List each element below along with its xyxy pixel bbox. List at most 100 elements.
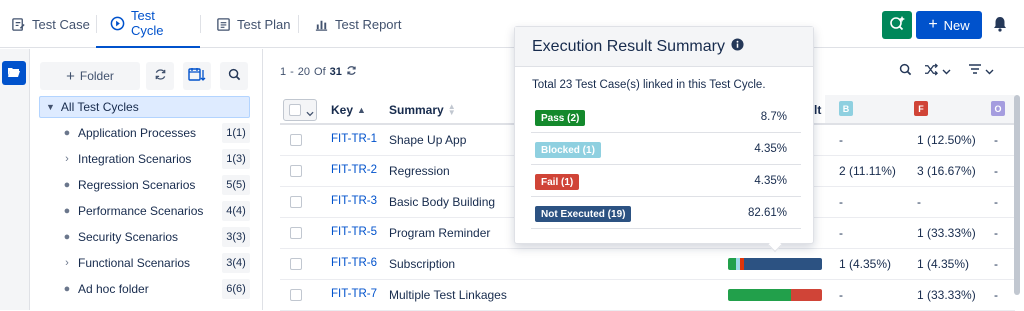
tree-item-ad-hoc-folder[interactable]: ● Ad hoc folder 6(6) bbox=[60, 278, 250, 300]
row-key-link[interactable]: FIT-TR-5 bbox=[331, 226, 377, 238]
chevron-right-icon[interactable]: › bbox=[60, 257, 74, 269]
tree-item-integration-scenarios[interactable]: › Integration Scenarios 1(3) bbox=[60, 148, 250, 170]
calendar-sort-icon bbox=[188, 67, 206, 85]
tree-item-label: Application Processes bbox=[78, 126, 197, 140]
row-checkbox[interactable] bbox=[290, 258, 302, 270]
tree-item-functional-scenarios[interactable]: › Functional Scenarios 3(4) bbox=[60, 252, 250, 274]
result-row-pass: Pass (2) 8.7% bbox=[531, 103, 801, 133]
refresh-icon[interactable] bbox=[346, 65, 357, 79]
column-blocked[interactable]: B bbox=[839, 101, 853, 116]
bullet-icon: ● bbox=[63, 179, 71, 191]
row-other-value: - bbox=[994, 288, 998, 302]
chevron-down-icon bbox=[985, 64, 994, 78]
row-checkbox[interactable] bbox=[290, 196, 302, 208]
tree-root-all-test-cycles[interactable]: ▼ All Test Cycles bbox=[39, 96, 250, 118]
folder-panel-toggle[interactable] bbox=[2, 61, 26, 85]
row-summary[interactable]: Shape Up App bbox=[389, 133, 466, 147]
tab-label: Test Report bbox=[335, 16, 402, 32]
tab-test-plan[interactable]: Test Plan bbox=[215, 0, 290, 48]
execution-result-summary-popover: Execution Result Summary Total 23 Test C… bbox=[514, 26, 814, 244]
column-key[interactable]: Key ▲ bbox=[331, 103, 366, 117]
table-row[interactable]: FIT-TR-7 Multiple Test Linkages - 1 (33.… bbox=[280, 280, 1015, 311]
tree-item-count: 1(3) bbox=[222, 149, 250, 169]
column-key-label: Key bbox=[331, 103, 354, 117]
info-icon[interactable] bbox=[731, 37, 744, 56]
row-blocked-value: 2 (11.11%) bbox=[839, 164, 896, 178]
folder-open-icon bbox=[7, 66, 21, 81]
bullet-icon: ● bbox=[63, 127, 71, 139]
select-all-dropdown[interactable] bbox=[283, 99, 317, 121]
calendar-sort-button[interactable] bbox=[183, 62, 211, 90]
row-key-link[interactable]: FIT-TR-1 bbox=[331, 133, 377, 145]
search-tree-button[interactable] bbox=[220, 62, 248, 90]
row-checkbox[interactable] bbox=[290, 165, 302, 177]
row-fail-value: - bbox=[917, 195, 921, 209]
row-other-value: - bbox=[994, 133, 998, 147]
progress-segment bbox=[728, 258, 737, 270]
row-summary[interactable]: Subscription bbox=[389, 257, 455, 271]
tree-item-count: 5(5) bbox=[222, 175, 250, 195]
column-summary[interactable]: Summary ▲ ▼ bbox=[389, 103, 456, 117]
tab-test-report[interactable]: Test Report bbox=[313, 0, 401, 48]
row-key-link[interactable]: FIT-TR-6 bbox=[331, 257, 377, 269]
row-summary[interactable]: Program Reminder bbox=[389, 226, 490, 240]
row-blocked-value: - bbox=[839, 226, 843, 240]
search-icon bbox=[228, 68, 241, 84]
refresh-tree-button[interactable] bbox=[146, 62, 174, 90]
edit-document-icon bbox=[10, 16, 26, 32]
chevron-right-icon[interactable]: › bbox=[60, 153, 74, 165]
tab-test-case[interactable]: Test Case bbox=[10, 0, 90, 48]
execution-progress-bar[interactable] bbox=[728, 289, 822, 301]
blocked-badge: B bbox=[842, 103, 850, 114]
row-checkbox[interactable] bbox=[290, 289, 302, 301]
tree-item-count: 3(3) bbox=[222, 227, 250, 247]
play-circle-icon bbox=[110, 15, 125, 31]
notifications-button[interactable] bbox=[993, 16, 1007, 35]
add-folder-button[interactable]: + Folder bbox=[40, 62, 140, 90]
pager-dash: - bbox=[290, 66, 294, 78]
row-fail-value: 1 (33.33%) bbox=[917, 288, 976, 302]
fail-percent: 4.35% bbox=[754, 175, 787, 187]
tree-item-performance-scenarios[interactable]: ● Performance Scenarios 4(4) bbox=[60, 200, 250, 222]
tree-item-security-scenarios[interactable]: ● Security Scenarios 3(3) bbox=[60, 226, 250, 248]
execution-progress-bar[interactable] bbox=[728, 258, 822, 270]
tab-test-cycle[interactable]: Test Cycle bbox=[96, 0, 200, 48]
row-checkbox[interactable] bbox=[290, 134, 302, 146]
tab-label: Test Plan bbox=[237, 16, 291, 32]
tree-item-label: Functional Scenarios bbox=[78, 256, 191, 270]
tree-item-application-processes[interactable]: ● Application Processes 1(1) bbox=[60, 122, 250, 144]
filter-dropdown-button[interactable] bbox=[968, 63, 994, 78]
progress-segment bbox=[728, 289, 791, 301]
row-summary[interactable]: Basic Body Building bbox=[389, 195, 495, 209]
search-table-button[interactable] bbox=[899, 63, 912, 79]
table-row[interactable]: FIT-TR-6 Subscription 1 (4.35%) 1 (4.35%… bbox=[280, 249, 1015, 280]
column-execution-result[interactable]: lt bbox=[814, 103, 821, 117]
tree-item-count: 6(6) bbox=[222, 279, 250, 299]
row-key-link[interactable]: FIT-TR-7 bbox=[331, 288, 377, 300]
row-fail-value: 3 (16.67%) bbox=[917, 164, 976, 178]
quick-search-icon bbox=[888, 15, 906, 36]
row-key-link[interactable]: FIT-TR-2 bbox=[331, 164, 377, 176]
tree-item-count: 4(4) bbox=[222, 201, 250, 221]
shuffle-dropdown-button[interactable] bbox=[924, 63, 951, 79]
top-navigation: Test Case Test Cycle Test Plan Test Repo… bbox=[0, 0, 1024, 48]
pager-total: 31 bbox=[329, 66, 342, 78]
blocked-badge: Blocked (1) bbox=[535, 142, 601, 158]
row-key-link[interactable]: FIT-TR-3 bbox=[331, 195, 377, 207]
new-button[interactable]: + New bbox=[916, 11, 982, 39]
row-checkbox[interactable] bbox=[290, 227, 302, 239]
row-summary[interactable]: Multiple Test Linkages bbox=[389, 288, 507, 302]
chevron-down-icon bbox=[306, 106, 314, 120]
column-fail[interactable]: F bbox=[914, 101, 928, 116]
column-other[interactable]: O bbox=[991, 101, 1005, 116]
filter-icon bbox=[968, 63, 982, 78]
quick-search-button[interactable] bbox=[882, 11, 912, 39]
vertical-scrollbar[interactable] bbox=[1014, 95, 1020, 295]
refresh-icon bbox=[154, 68, 167, 84]
select-all-checkbox[interactable] bbox=[289, 104, 301, 116]
tree-item-count: 3(4) bbox=[222, 253, 250, 273]
row-summary[interactable]: Regression bbox=[389, 164, 450, 178]
folder-button-label: Folder bbox=[79, 69, 114, 83]
tree-item-regression-scenarios[interactable]: ● Regression Scenarios 5(5) bbox=[60, 174, 250, 196]
folder-tree-panel: + Folder ▼ All Test Cycles ● Application… bbox=[30, 49, 263, 310]
